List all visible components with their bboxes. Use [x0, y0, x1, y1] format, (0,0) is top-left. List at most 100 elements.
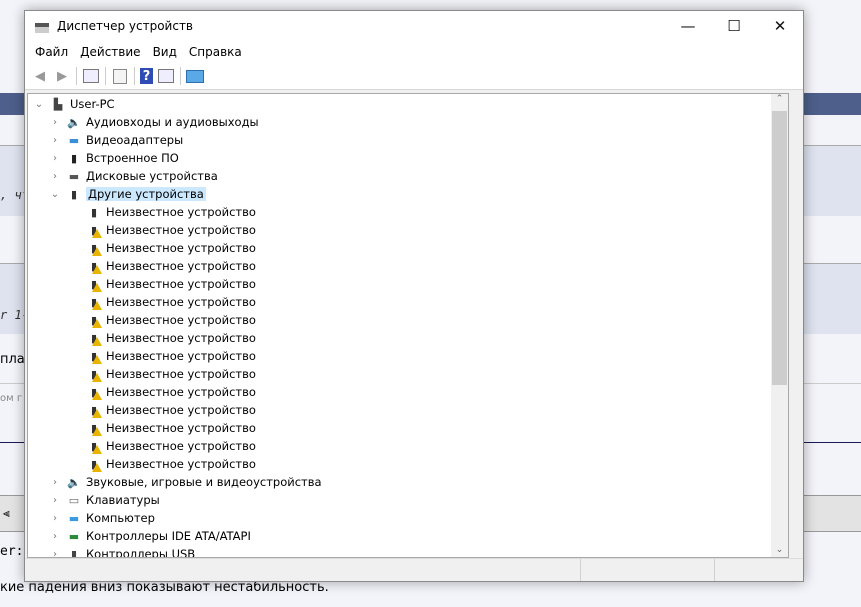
tree-device[interactable]: ▮ Неизвестное устройство [28, 329, 788, 347]
separator [180, 67, 181, 85]
scrollbar-thumb[interactable] [772, 111, 787, 385]
properties-icon[interactable] [111, 68, 129, 84]
maximize-button[interactable]: ☐ [711, 17, 757, 35]
unknown-device-warning-icon: ▮ [86, 312, 102, 328]
menu-help[interactable]: Справка [183, 45, 248, 59]
unknown-device-icon: ▮ [90, 205, 98, 219]
collapse-chevron-icon[interactable]: ⌄ [48, 189, 62, 200]
bg-text: er: [0, 544, 24, 559]
tree-root-label: User-PC [70, 97, 115, 111]
status-pane [25, 559, 581, 581]
tree-category[interactable]: › ▭ Клавиатуры [28, 491, 788, 509]
tree-device[interactable]: ▮ Неизвестное устройство [28, 365, 788, 383]
unknown-device-warning-icon: ▮ [86, 258, 102, 274]
tree-device[interactable]: ▮ Неизвестное устройство [28, 455, 788, 473]
tree-device-label: Неизвестное устройство [106, 385, 256, 399]
tree-device[interactable]: ▮ Неизвестное устройство [28, 293, 788, 311]
tree-category-other-devices[interactable]: ⌄ ▮ Другие устройства [28, 185, 788, 203]
tree-device[interactable]: ▮ Неизвестное устройство [28, 347, 788, 365]
device-manager-window: Диспетчер устройств — ☐ ✕ Файл Действие … [24, 10, 804, 582]
expand-chevron-icon[interactable]: › [48, 549, 62, 558]
ide-controller-icon: ▬ [68, 529, 80, 543]
tree-device[interactable]: ▮ Неизвестное устройство [28, 239, 788, 257]
separator [105, 67, 106, 85]
scroll-down-icon[interactable]: ⌄ [771, 545, 788, 555]
disk-drive-icon: ▬ [68, 169, 80, 183]
minimize-button[interactable]: — [665, 17, 711, 35]
status-pane [715, 559, 803, 581]
show-hide-console-tree-icon[interactable] [82, 68, 100, 84]
tree-root[interactable]: ⌄ ▙ User-PC [28, 95, 788, 113]
tree-device-label: Неизвестное устройство [106, 367, 256, 381]
tree-device-label: Неизвестное устройство [106, 457, 256, 471]
tree-device[interactable]: ▮ Неизвестное устройство [28, 221, 788, 239]
scan-hardware-icon[interactable] [186, 68, 204, 84]
expand-chevron-icon[interactable]: › [48, 135, 62, 146]
separator [76, 67, 77, 85]
back-arrow-icon[interactable]: ◀ [31, 68, 49, 84]
expand-chevron-icon[interactable]: › [48, 531, 62, 542]
bg-text: кие падения вниз показывают нестабильнос… [0, 580, 329, 595]
tree-device[interactable]: ▮ Неизвестное устройство [28, 437, 788, 455]
unknown-device-warning-icon: ▮ [86, 402, 102, 418]
tree-device[interactable]: ▮ Неизвестное устройство [28, 257, 788, 275]
tree-category-label: Встроенное ПО [86, 151, 179, 165]
unknown-device-warning-icon: ▮ [86, 438, 102, 454]
firmware-icon: ▮ [70, 151, 78, 165]
bg-text: ом г [0, 393, 23, 404]
tree-device[interactable]: ▮ Неизвестное устройство [28, 275, 788, 293]
tree-category-label: Контроллеры IDE ATA/ATAPI [86, 529, 251, 543]
tree-category[interactable]: › ▬ Видеоадаптеры [28, 131, 788, 149]
bg-text: пла [0, 352, 25, 367]
menu-view[interactable]: Вид [147, 45, 183, 59]
menu-bar: Файл Действие Вид Справка [25, 41, 803, 63]
tree-device[interactable]: ▮ Неизвестное устройство [28, 419, 788, 437]
tree-category-label: Звуковые, игровые и видеоустройства [86, 475, 322, 489]
tree-device[interactable]: ▮ Неизвестное устройство [28, 401, 788, 419]
tree-category[interactable]: › 🔈 Звуковые, игровые и видеоустройства [28, 473, 788, 491]
unknown-device-warning-icon: ▮ [86, 384, 102, 400]
separator [134, 67, 135, 85]
expand-chevron-icon[interactable]: › [48, 153, 62, 164]
tree-category-label: Видеоадаптеры [86, 133, 184, 147]
expand-chevron-icon[interactable]: › [48, 117, 62, 128]
tree-category[interactable]: › ▮ Контроллеры USB [28, 545, 788, 558]
expand-chevron-icon[interactable]: › [48, 171, 62, 182]
tree-device-label: Неизвестное устройство [106, 295, 256, 309]
tree-device-label: Неизвестное устройство [106, 241, 256, 255]
menu-action[interactable]: Действие [74, 45, 146, 59]
status-pane [581, 559, 715, 581]
tree-device[interactable]: ▮ Неизвестное устройство [28, 311, 788, 329]
action-pane-icon[interactable] [157, 68, 175, 84]
expand-chevron-icon[interactable]: › [48, 513, 62, 524]
tree-category-other-devices-label: Другие устройства [86, 187, 206, 201]
menu-file[interactable]: Файл [29, 45, 74, 59]
close-button[interactable]: ✕ [757, 17, 803, 35]
tree-category-label: Аудиовходы и аудиовыходы [86, 115, 259, 129]
expand-chevron-icon[interactable]: › [48, 477, 62, 488]
expand-chevron-icon[interactable]: › [48, 495, 62, 506]
keyboard-icon: ▭ [68, 493, 80, 507]
tree-category[interactable]: › 🔈 Аудиовходы и аудиовыходы [28, 113, 788, 131]
tree-device[interactable]: ▮ Неизвестное устройство [28, 203, 788, 221]
tree-device-label: Неизвестное устройство [106, 313, 256, 327]
speaker-icon: 🔈 [67, 115, 81, 129]
display-adapter-icon: ▬ [68, 133, 80, 147]
tree-category-label: Дисковые устройства [86, 169, 218, 183]
forward-arrow-icon[interactable]: ▶ [53, 68, 71, 84]
title-bar: Диспетчер устройств — ☐ ✕ [25, 11, 803, 41]
tree-device[interactable]: ▮ Неизвестное устройство [28, 383, 788, 401]
vertical-scrollbar[interactable]: ⌃ ⌄ [771, 94, 788, 557]
scroll-up-icon[interactable]: ⌃ [771, 94, 788, 104]
tree-category[interactable]: › ▬ Дисковые устройства [28, 167, 788, 185]
unknown-device-warning-icon: ▮ [86, 420, 102, 436]
computer-root-icon: ▙ [53, 97, 63, 111]
tree-category[interactable]: › ▮ Встроенное ПО [28, 149, 788, 167]
tree-device-label: Неизвестное устройство [106, 349, 256, 363]
help-icon[interactable]: ? [140, 68, 153, 84]
collapse-chevron-icon[interactable]: ⌄ [32, 99, 46, 110]
computer-icon: ▬ [68, 511, 80, 525]
tree-category[interactable]: › ▬ Контроллеры IDE ATA/ATAPI [28, 527, 788, 545]
tree-device-label: Неизвестное устройство [106, 205, 256, 219]
tree-category[interactable]: › ▬ Компьютер [28, 509, 788, 527]
